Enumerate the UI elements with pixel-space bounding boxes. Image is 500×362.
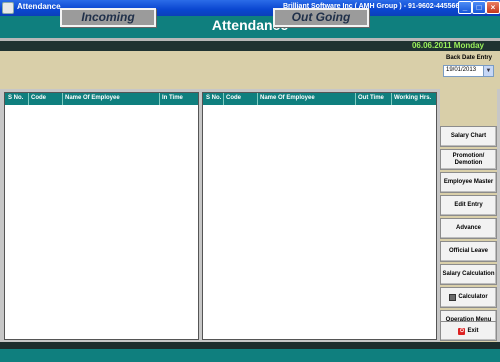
salary-calculation-button[interactable]: Salary Calculation [440,264,497,285]
incoming-label: Incoming [60,8,156,27]
col-working-hrs: Working Hrs. [394,95,432,101]
button-label: Calculator [458,294,488,300]
back-date-picker[interactable]: 19/01/2013 ▼ [443,65,494,77]
window-title: Attendance [17,2,61,11]
button-label: Advance [455,225,481,231]
status-bar [0,349,500,362]
button-label: Official Leave [448,248,489,254]
edit-entry-button[interactable]: Edit Entry [440,195,497,216]
column-divider [391,93,392,105]
exit-icon: ⏻ [458,327,466,335]
advance-button[interactable]: Advance [440,218,497,239]
col-name: Name Of Employee [65,95,120,101]
maximize-button[interactable]: □ [472,1,486,14]
col-out-time: Out Time [358,95,384,101]
app-icon [2,2,14,14]
promotion-demotion-button[interactable]: Promotion/ Demotion [440,149,497,170]
minimize-button[interactable]: _ [458,1,472,14]
button-label: Salary Calculation [442,271,495,277]
col-name: Name Of Employee [260,95,315,101]
column-divider [223,93,224,105]
salary-chart-button[interactable]: Salary Chart [440,126,497,147]
button-label: Promotion/ Demotion [452,152,485,166]
col-in-time: In Time [162,95,183,101]
date-bar: 06.06.2011 Monday [0,41,500,51]
outgoing-table[interactable]: S No. Code Name Of Employee Out Time Wor… [202,92,437,340]
back-date-label: Back Date Entry [446,55,493,61]
calculator-button[interactable]: Calculator [440,287,497,308]
column-divider [355,93,356,105]
section-band [0,51,500,89]
close-button[interactable]: × [486,1,500,14]
button-label: Salary Chart [450,133,487,139]
outgoing-label: Out Going [273,8,369,27]
button-label: Employee Master [443,179,494,185]
back-date-value: 19/01/2013 [446,67,477,73]
official-leave-button[interactable]: Official Leave [440,241,497,262]
col-sno: S No. [8,95,24,101]
attendance-window: Attendance Brilliant Software Inc ( AMH … [0,0,500,362]
button-label: Edit Entry [454,202,483,208]
column-divider [257,93,258,105]
incoming-table[interactable]: S No. Code Name Of Employee In Time [4,92,199,340]
outgoing-table-header: S No. Code Name Of Employee Out Time Wor… [203,93,436,105]
current-date: 06.06.2011 Monday [411,41,484,50]
exit-button[interactable]: ⏻ Exit [440,321,497,341]
chevron-down-icon[interactable]: ▼ [483,66,493,76]
column-divider [28,93,29,105]
employee-master-button[interactable]: Employee Master [440,172,497,193]
calculator-icon [449,294,457,301]
col-code: Code [226,95,241,101]
button-label: Exit [467,327,479,334]
column-divider [159,93,160,105]
col-sno: S No. [206,95,222,101]
column-divider [62,93,63,105]
status-bar-dark [0,342,500,349]
col-code: Code [31,95,46,101]
incoming-table-header: S No. Code Name Of Employee In Time [5,93,198,105]
